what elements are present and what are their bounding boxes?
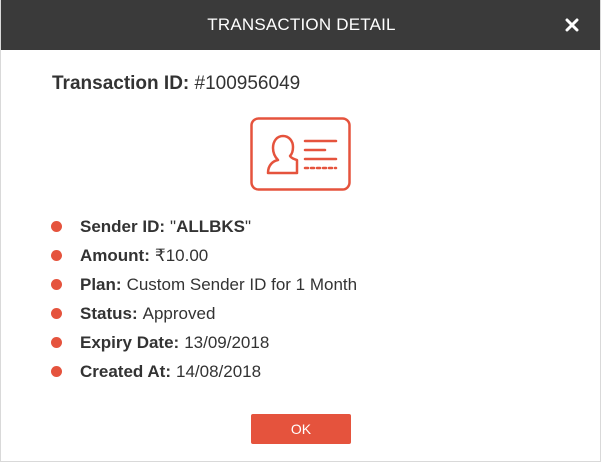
detail-label: Created At: (80, 361, 171, 381)
detail-label: Sender ID: (80, 216, 166, 236)
detail-value: "ALLBKS" (170, 217, 251, 237)
modal-header: TRANSACTION DETAIL (1, 0, 600, 50)
detail-label: Plan: (80, 274, 122, 294)
close-icon (565, 18, 579, 32)
detail-label: Amount: (80, 245, 150, 265)
detail-label: Expiry Date: (80, 332, 180, 352)
detail-expiry-date: Expiry Date: 13/09/2018 (51, 328, 357, 357)
bullet-icon (51, 250, 62, 261)
transaction-detail-modal: TRANSACTION DETAIL Transaction ID: #1009… (0, 0, 601, 462)
bullet-icon (51, 221, 62, 232)
id-card-icon (250, 117, 351, 191)
bullet-icon (51, 308, 62, 319)
transaction-id-value: #100956049 (194, 73, 301, 94)
detail-value: Approved (142, 303, 216, 323)
bullet-icon (51, 366, 62, 377)
detail-plan: Plan: Custom Sender ID for 1 Month (51, 270, 357, 299)
transaction-id-label: Transaction ID: (52, 73, 190, 94)
detail-value: 14/08/2018 (176, 361, 262, 381)
bullet-icon (51, 279, 62, 290)
detail-created-at: Created At: 14/08/2018 (51, 357, 357, 386)
transaction-details-list: Sender ID: "ALLBKS" Amount: ₹10.00 Plan:… (51, 212, 357, 386)
sender-id-value: ALLBKS (176, 216, 246, 236)
modal-title: TRANSACTION DETAIL (207, 15, 396, 34)
detail-value: 13/09/2018 (184, 332, 270, 352)
detail-value: ₹10.00 (154, 245, 209, 265)
quote-close: " (245, 216, 252, 236)
bullet-icon (51, 337, 62, 348)
transaction-id-row: Transaction ID: #100956049 (52, 73, 300, 95)
ok-button[interactable]: OK (251, 414, 351, 444)
detail-sender-id: Sender ID: "ALLBKS" (51, 212, 357, 241)
detail-value: Custom Sender ID for 1 Month (126, 274, 358, 294)
detail-status: Status: Approved (51, 299, 357, 328)
detail-label: Status: (80, 303, 138, 323)
close-button[interactable] (560, 13, 584, 37)
detail-amount: Amount: ₹10.00 (51, 241, 357, 270)
